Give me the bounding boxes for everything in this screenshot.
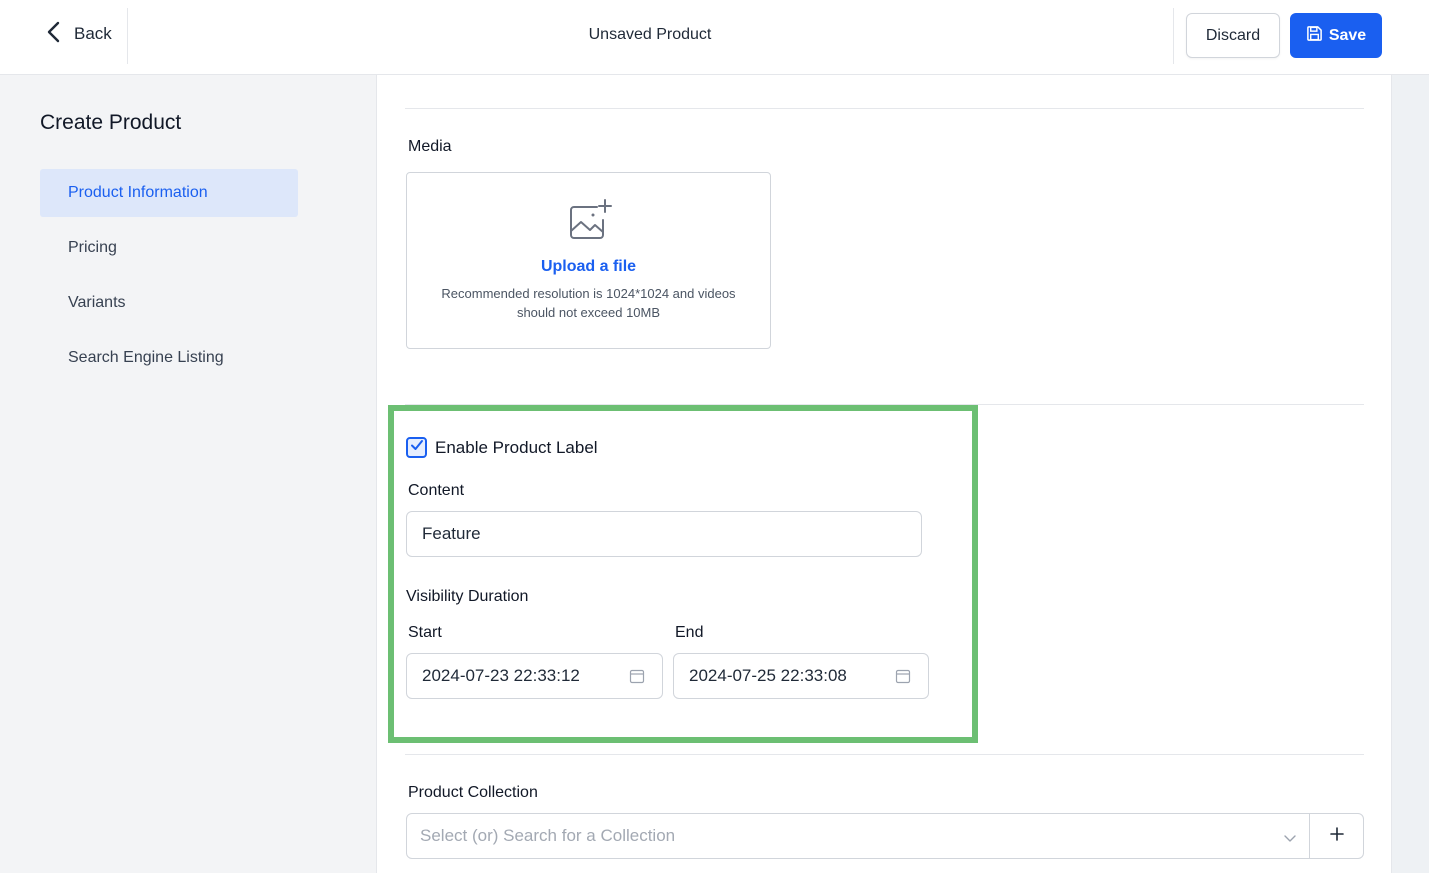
- sidebar-item-product-information[interactable]: Product Information: [40, 169, 298, 217]
- upload-hint: Recommended resolution is 1024*1024 and …: [441, 286, 736, 320]
- sidebar-item-label: Variants: [68, 294, 126, 311]
- floppy-disk-icon: [1306, 25, 1323, 47]
- collection-select[interactable]: Select (or) Search for a Collection: [406, 813, 1310, 859]
- media-upload-dropzone[interactable]: Upload a file Recommended resolution is …: [406, 172, 771, 349]
- calendar-icon[interactable]: [895, 668, 911, 684]
- end-date-value: 2024-07-25 22:33:08: [689, 666, 847, 685]
- page-title: Unsaved Product: [588, 26, 712, 43]
- chevron-down-icon: [1283, 830, 1297, 844]
- sidebar-title: Create Product: [40, 111, 182, 134]
- sidebar-item-variants[interactable]: Variants: [40, 279, 298, 327]
- sidebar-item-search-engine-listing[interactable]: Search Engine Listing: [40, 334, 298, 382]
- media-label: Media: [408, 138, 452, 155]
- enable-product-label-checkbox[interactable]: [406, 437, 427, 458]
- top-bar: Back Unsaved Product Discard Save: [0, 0, 1429, 75]
- content-label: Content: [408, 482, 465, 499]
- product-collection-label: Product Collection: [408, 784, 538, 801]
- sidebar-item-label: Search Engine Listing: [68, 349, 224, 366]
- visibility-duration-label: Visibility Duration: [406, 588, 529, 605]
- start-label: Start: [408, 624, 442, 641]
- header-divider: [1173, 8, 1174, 64]
- start-date-input[interactable]: 2024-07-23 22:33:12: [406, 653, 663, 699]
- enable-product-label-text: Enable Product Label: [435, 438, 598, 457]
- sidebar-item-label: Product Information: [68, 184, 208, 201]
- content-input[interactable]: Feature: [406, 511, 922, 557]
- end-label: End: [675, 624, 704, 641]
- checkmark-icon: [410, 438, 424, 457]
- save-button[interactable]: Save: [1290, 13, 1382, 58]
- upload-file-link[interactable]: Upload a file: [407, 258, 770, 276]
- sidebar: Create Product Product Information Prici…: [0, 75, 376, 873]
- section-divider: [405, 108, 1364, 109]
- content-value: Feature: [422, 524, 481, 543]
- add-collection-button[interactable]: [1309, 813, 1364, 859]
- end-date-input[interactable]: 2024-07-25 22:33:08: [673, 653, 929, 699]
- plus-icon: [1329, 826, 1345, 847]
- section-divider: [405, 754, 1364, 755]
- main-form: Media Upload a file Recommended resoluti…: [376, 75, 1392, 873]
- start-date-value: 2024-07-23 22:33:12: [422, 666, 580, 685]
- discard-button[interactable]: Discard: [1186, 13, 1280, 58]
- save-label: Save: [1328, 26, 1367, 44]
- page-margin: [1392, 75, 1429, 873]
- collection-placeholder: Select (or) Search for a Collection: [420, 826, 676, 845]
- sidebar-item-pricing[interactable]: Pricing: [40, 224, 298, 272]
- calendar-icon[interactable]: [629, 668, 645, 684]
- sidebar-item-label: Pricing: [68, 239, 117, 256]
